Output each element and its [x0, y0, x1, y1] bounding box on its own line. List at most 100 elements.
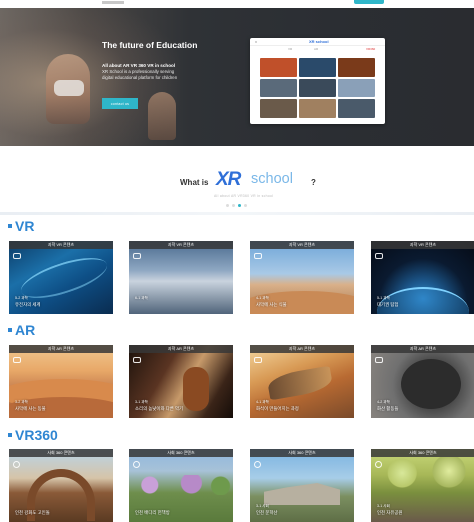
mockup-thumbnail [299, 99, 336, 118]
carousel-dot[interactable] [232, 204, 235, 207]
vr-headset-illustration [54, 80, 84, 96]
carousel-dots [226, 204, 252, 207]
site-logo[interactable] [102, 1, 124, 4]
card-title: 대기권 탐험 [377, 302, 399, 307]
card-category-label: 과학 VR 콘텐츠 [129, 241, 233, 249]
360-icon [254, 461, 261, 468]
card-grade: 6-1 과학 [135, 296, 148, 300]
mockup-thumbnail [299, 78, 336, 98]
section-title-vr360: VR360 [8, 427, 58, 443]
card-category-label: 사회 360 콘텐츠 [129, 449, 233, 457]
camera-icon [375, 357, 383, 363]
card-title: 소리의 높낮이와 다른 악기 [135, 406, 184, 411]
card-category-label: 사회 360 콘텐츠 [250, 449, 354, 457]
content-card[interactable]: 과학 AR 콘텐츠 3-2 과학사막에 사는 동물 [9, 345, 113, 418]
login-button[interactable] [354, 0, 384, 4]
card-title: 인천 문학산 [256, 510, 278, 515]
content-card[interactable]: 과학 AR 콘텐츠 4-2 과학화산 활동들 [371, 345, 474, 418]
content-card[interactable]: 과학 VR 콘텐츠 5-2 과학유전자의 세계 [9, 241, 113, 314]
content-card[interactable]: 과학 VR 콘텐츠 6-1 과학 [129, 241, 233, 314]
card-title: 인천 배다리 헌책방 [135, 510, 170, 515]
mockup-logo: XR school [309, 39, 329, 44]
content-card[interactable]: 사회 360 콘텐츠인천 배다리 헌책방 [129, 449, 233, 522]
intro-question-mark: ? [311, 178, 316, 187]
card-category-label: 사회 360 콘텐츠 [9, 449, 113, 457]
section-title-vr: VR [8, 218, 34, 234]
card-grade: 3-1 과학 [135, 400, 148, 404]
card-title: 인천 자유공원 [377, 510, 403, 515]
hero-banner: The future of Education All about AR VR … [0, 8, 474, 146]
hero-description-line2: digital educational platform for childre… [102, 75, 178, 80]
camera-icon [133, 357, 141, 363]
mockup-thumbnail [338, 58, 375, 77]
school-logo-text: school [251, 171, 293, 187]
mockup-thumbnail [260, 99, 297, 118]
carousel-dot[interactable] [226, 204, 229, 207]
content-card[interactable]: 사회 360 콘텐츠인천 강화도 고인돌 [9, 449, 113, 522]
content-card[interactable]: 사회 360 콘텐츠 3-1 사회인천 문학산 [250, 449, 354, 522]
hero-description-line1: XR School is a professionally serving [102, 69, 175, 74]
content-card[interactable]: 과학 VR 콘텐츠 4-1 과학 사막에 사는 식물 [250, 241, 354, 314]
mockup-tab-vr: VR [288, 47, 293, 51]
content-card[interactable]: 과학 AR 콘텐츠 3-1 과학소리의 높낮이와 다른 악기 [129, 345, 233, 418]
card-grade: 3-1 사회 [256, 504, 269, 508]
card-title: 화산 활동들 [377, 406, 399, 411]
card-category-label: 과학 VR 콘텐츠 [250, 241, 354, 249]
section-bullet-icon [8, 433, 12, 438]
vr-headset-icon [133, 253, 141, 259]
intro-section: What is XR school ? All about AR VR360 V… [0, 152, 474, 212]
content-card[interactable]: 과학 AR 콘텐츠 4-1 과학화석이 만들어지는 과정 [250, 345, 354, 418]
hero-title: The future of Education [102, 40, 198, 50]
card-grade: 5-2 과학 [15, 296, 28, 300]
card-title: 화석이 만들어지는 과정 [256, 406, 299, 411]
carousel-dot[interactable] [244, 204, 247, 207]
content-card[interactable]: 과학 VR 콘텐츠 5-1 과학대기권 탐험 [371, 241, 474, 314]
intro-tagline: All about AR VR360 VR in school [214, 194, 274, 198]
top-nav-bar [0, 0, 474, 8]
mockup-thumbnail [338, 78, 375, 98]
camera-icon [254, 357, 262, 363]
360-icon [375, 461, 382, 468]
mockup-thumbnail [260, 78, 297, 98]
carousel-dot-active[interactable] [238, 204, 241, 207]
card-category-label: 과학 AR 콘텐츠 [129, 345, 233, 353]
vr-headset-icon [254, 253, 262, 259]
card-title: 사막에 사는 동물 [15, 406, 46, 411]
xr-logo: XR [216, 169, 241, 190]
intro-prefix: What is [180, 178, 209, 187]
hero-subtitle: All about AR VR 360 VR in school [102, 63, 176, 68]
360-icon [13, 461, 20, 468]
mockup-thumbnail [299, 58, 336, 77]
card-grade: 4-1 과학 [256, 400, 269, 404]
card-grade: 3-1 사회 [377, 504, 390, 508]
360-icon [133, 461, 140, 468]
vr-headset-icon [375, 253, 383, 259]
card-category-label: 과학 AR 콘텐츠 [371, 345, 474, 353]
section-divider [0, 212, 474, 215]
hero-hand-figure [148, 92, 176, 140]
mockup-thumbnail-grid [260, 58, 375, 118]
mockup-thumbnail [338, 99, 375, 118]
vr-headset-icon [13, 253, 21, 259]
section-bullet-icon [8, 224, 12, 229]
camera-icon [13, 357, 21, 363]
card-grade: 3-2 과학 [15, 400, 28, 404]
card-grade: 5-1 과학 [377, 296, 390, 300]
card-category-label: 과학 AR 콘텐츠 [250, 345, 354, 353]
device-mockup: x XR school VR AR VR360 [250, 38, 385, 124]
contact-us-button[interactable]: contact us [102, 98, 138, 109]
card-grade: 4-2 과학 [377, 400, 390, 404]
card-category-label: 과학 AR 콘텐츠 [9, 345, 113, 353]
section-title-ar: AR [8, 322, 35, 338]
card-title: 인천 강화도 고인돌 [15, 510, 50, 515]
mockup-close-icon: x [255, 39, 257, 44]
card-category-label: 과학 VR 콘텐츠 [371, 241, 474, 249]
mockup-thumbnail [260, 58, 297, 77]
mockup-tab-ar: AR [314, 47, 319, 51]
card-grade: 4-1 과학 [256, 296, 269, 300]
card-category-label: 사회 360 콘텐츠 [371, 449, 474, 457]
card-title: 유전자의 세계 [15, 302, 41, 307]
content-card[interactable]: 사회 360 콘텐츠 3-1 사회인천 자유공원 [371, 449, 474, 522]
mockup-tab-vr360: VR360 [366, 47, 376, 51]
card-category-label: 과학 VR 콘텐츠 [9, 241, 113, 249]
